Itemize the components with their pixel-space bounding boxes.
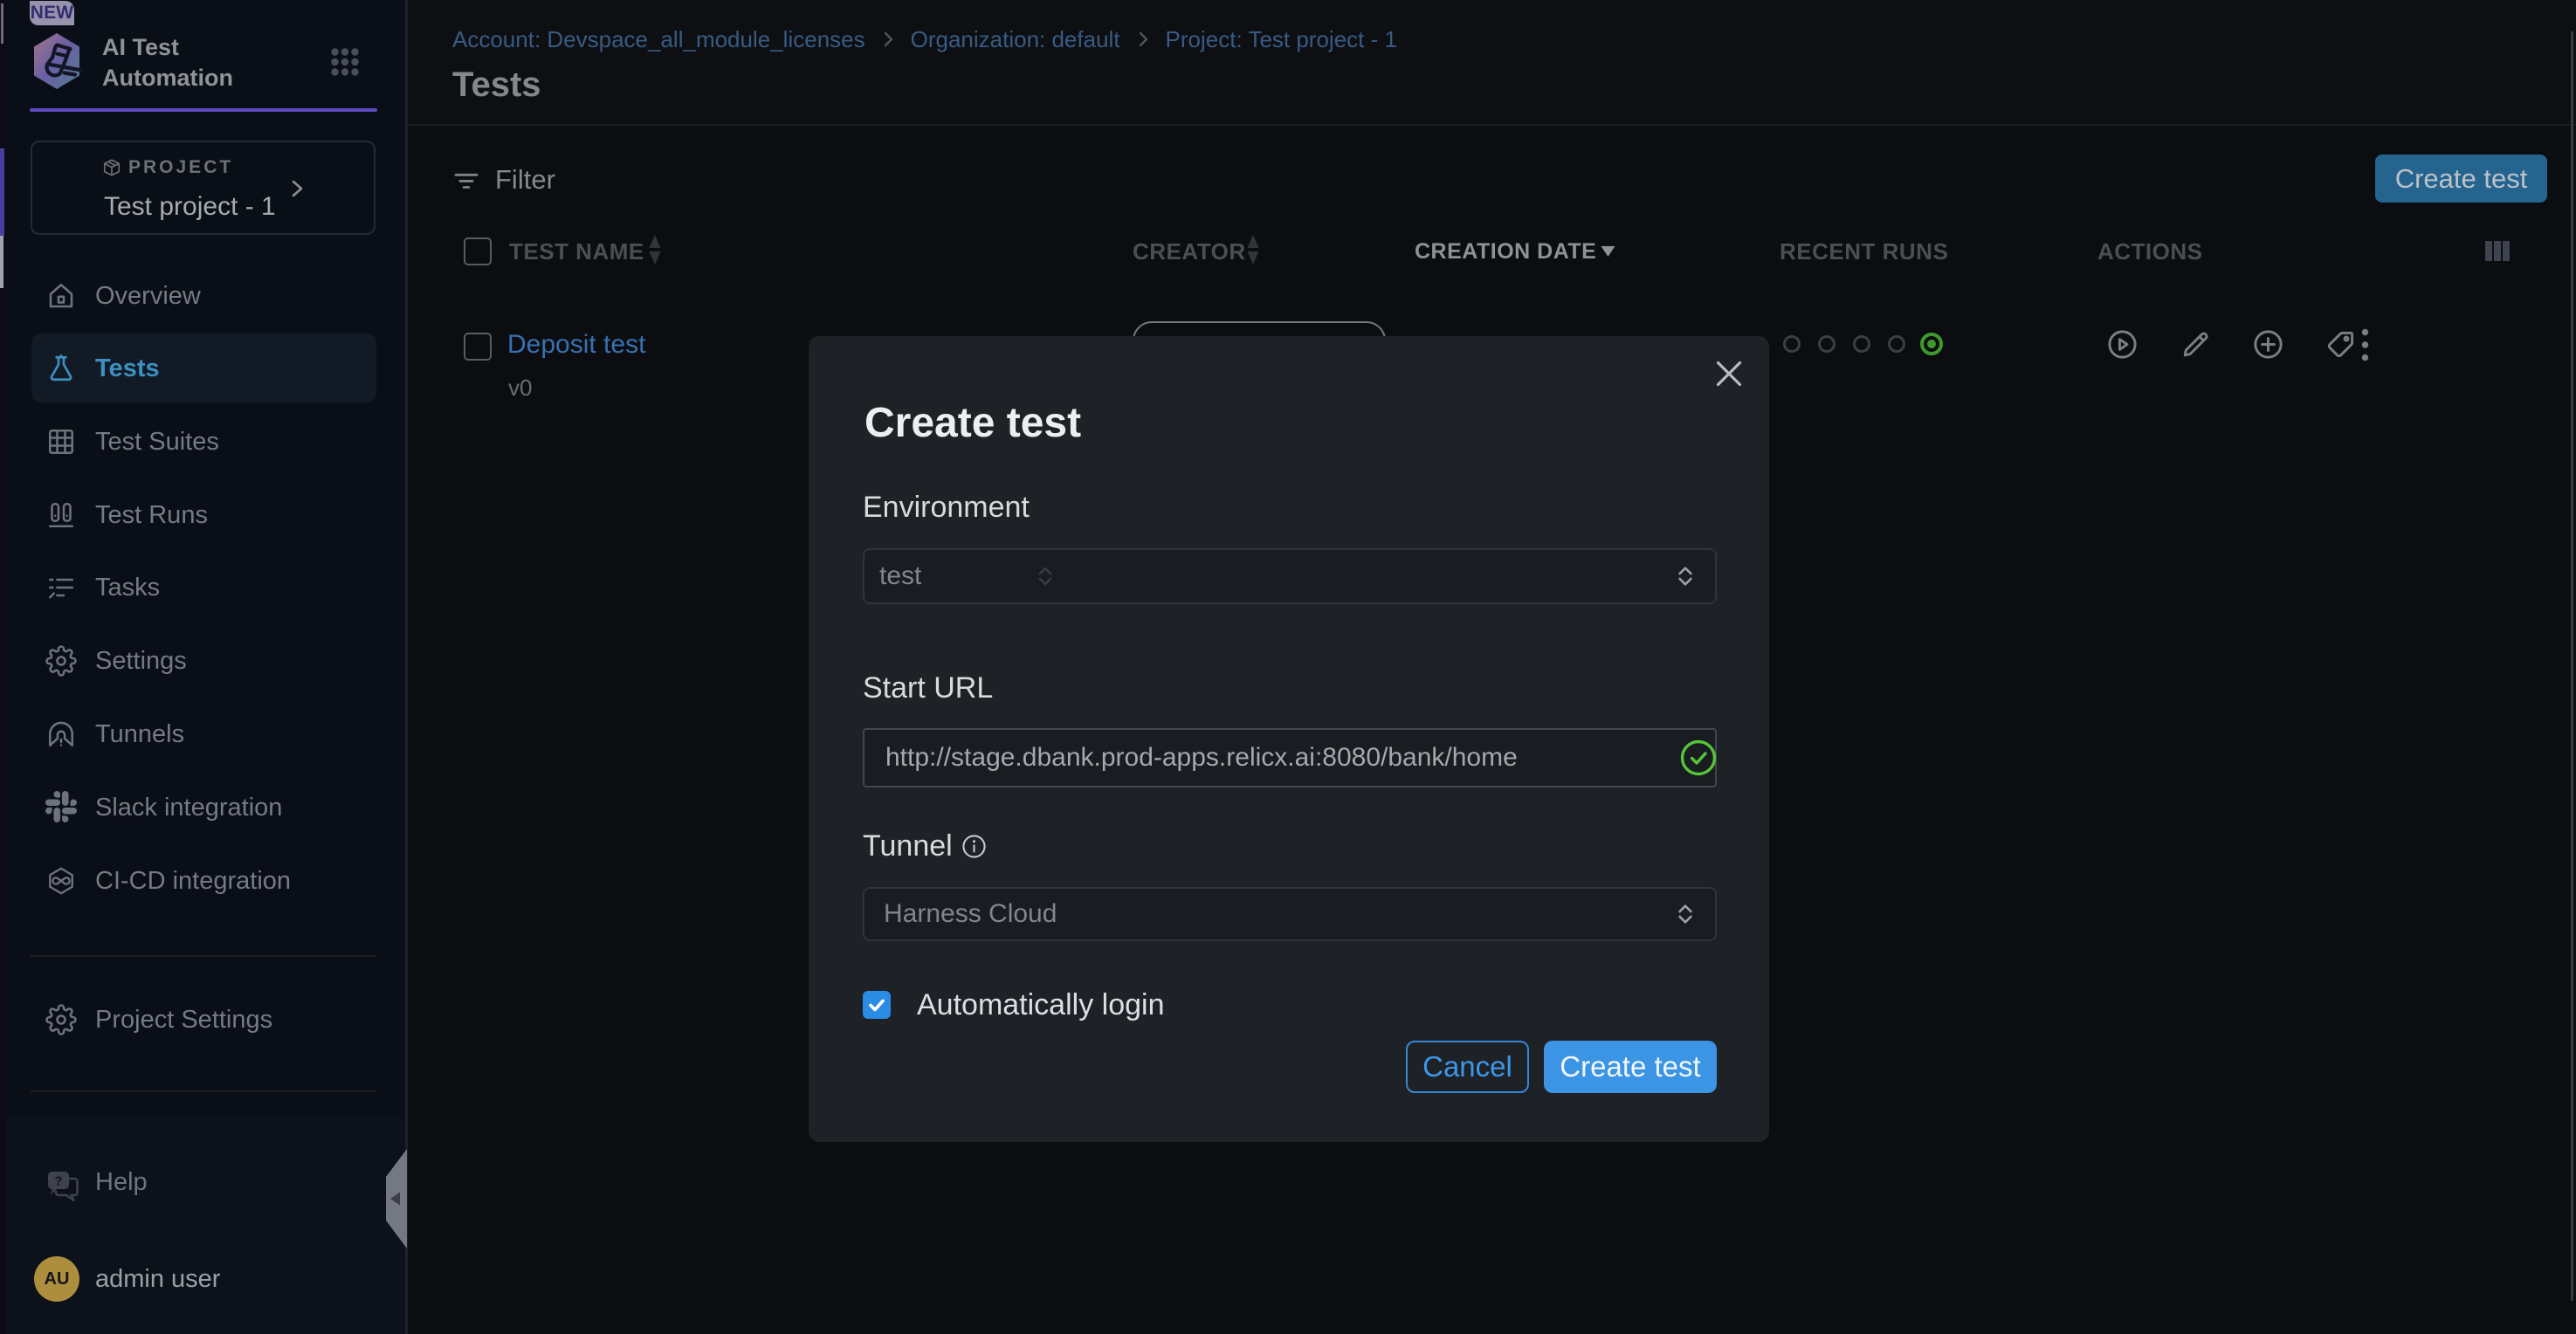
svg-text:?: ? (54, 1174, 62, 1189)
